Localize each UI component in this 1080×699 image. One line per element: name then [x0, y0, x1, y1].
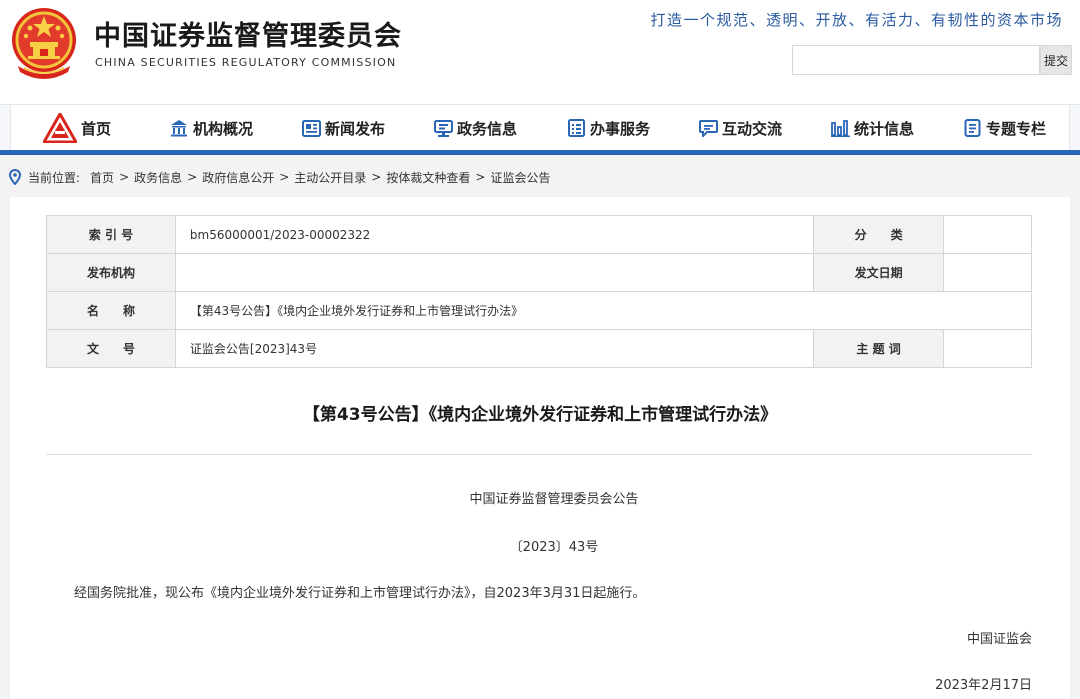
nav-item-home[interactable]: 首页 [43, 105, 111, 151]
breadcrumb-item[interactable]: 政府信息公开 [202, 169, 274, 186]
site-header: 中国证券监督管理委员会 CHINA SECURITIES REGULATORY … [0, 0, 1080, 104]
clipboard-icon [566, 118, 586, 138]
breadcrumb-prefix: 当前位置: [28, 170, 81, 185]
breadcrumb: 当前位置: 首页 > 政务信息 > 政府信息公开 > 主动公开目录 > 按体裁文… [8, 167, 550, 187]
national-emblem-icon [12, 8, 76, 79]
slogan: 打造一个规范、透明、开放、有活力、有韧性的资本市场 [650, 11, 1063, 29]
chat-icon [698, 118, 718, 138]
breadcrumb-separator: > [187, 170, 198, 184]
article-date: 2023年2月17日 [935, 678, 1032, 693]
publisher-value [174, 253, 815, 292]
nav-item-label: 机构概况 [193, 119, 254, 138]
location-pin-icon [8, 169, 22, 185]
article-body: 经国务院批准，现公布《境内企业境外发行证券和上市管理试行办法》，自2023年3月… [74, 586, 646, 601]
table-row: 名 称 【第43号公告】《境内企业境外发行证券和上市管理试行办法》 [46, 291, 1033, 330]
article-org-line: 中国证券监督管理委员会公告 [469, 492, 639, 507]
site-subtitle: CHINA SECURITIES REGULATORY COMMISSION [95, 56, 397, 69]
search-submit-button[interactable]: 提交 [1040, 45, 1072, 75]
nav-item-about[interactable]: 机构概况 [169, 105, 253, 151]
breadcrumb-separator: > [371, 170, 382, 184]
nav-item-label: 统计信息 [854, 119, 915, 138]
main-nav: 首页 机构概况 新闻发布 政务信息 办事服务 互动交流 统计信息 专题专栏 [10, 104, 1070, 153]
document-meta-table: 索 引 号 bm56000001/2023-00002322 分 类 发布机构 … [46, 215, 1033, 368]
nav-item-interaction[interactable]: 互动交流 [698, 105, 782, 151]
publisher-label: 发布机构 [46, 253, 176, 292]
nav-item-label: 办事服务 [590, 119, 651, 138]
breadcrumb-item[interactable]: 主动公开目录 [294, 169, 366, 186]
breadcrumb-separator: > [475, 170, 486, 184]
building-icon [169, 118, 189, 138]
name-label: 名 称 [46, 291, 176, 330]
article-number-line: 〔2023〕43号 [509, 540, 599, 555]
site-title: 中国证券监督管理委员会 [94, 21, 402, 52]
name-value: 【第43号公告】《境内企业境外发行证券和上市管理试行办法》 [174, 291, 1033, 330]
breadcrumb-item[interactable]: 首页 [90, 169, 114, 186]
category-value [943, 215, 1032, 254]
docno-label: 文 号 [46, 329, 176, 368]
search-input[interactable] [792, 45, 1040, 75]
index-label: 索 引 号 [46, 215, 176, 254]
nav-item-gov-info[interactable]: 政务信息 [433, 105, 517, 151]
table-row: 发布机构 发文日期 [46, 253, 1032, 292]
index-value: bm56000001/2023-00002322 [174, 215, 815, 254]
monitor-icon [433, 118, 453, 138]
nav-item-news[interactable]: 新闻发布 [301, 105, 385, 151]
title-divider [46, 454, 1032, 455]
breadcrumb-separator: > [119, 170, 130, 184]
breadcrumb-separator: > [279, 170, 290, 184]
breadcrumb-item[interactable]: 政务信息 [134, 169, 182, 186]
category-label: 分 类 [813, 215, 945, 254]
nav-item-label: 首页 [81, 119, 112, 138]
nav-item-topics[interactable]: 专题专栏 [962, 105, 1046, 151]
nav-item-label: 新闻发布 [325, 119, 386, 138]
date-value [943, 253, 1032, 292]
table-row: 文 号 证监会公告[2023]43号 主 题 词 [46, 329, 1032, 368]
nav-item-statistics[interactable]: 统计信息 [830, 105, 914, 151]
document-icon [962, 118, 982, 138]
breadcrumb-item-current[interactable]: 证监会公告 [490, 169, 550, 186]
nav-accent-line [0, 150, 1080, 155]
docno-value: 证监会公告[2023]43号 [174, 329, 815, 368]
newspaper-icon [301, 118, 321, 138]
keyword-value [943, 329, 1032, 368]
csrc-logo-icon [43, 113, 77, 143]
keyword-label: 主 题 词 [813, 329, 945, 368]
breadcrumb-item[interactable]: 按体裁文种查看 [386, 169, 470, 186]
article-title: 【第43号公告】《境内企业境外发行证券和上市管理试行办法》 [302, 405, 778, 425]
date-label: 发文日期 [813, 253, 945, 292]
nav-item-label: 政务信息 [457, 119, 518, 138]
bar-chart-icon [830, 118, 850, 138]
article-signature: 中国证监会 [966, 632, 1032, 647]
nav-item-services[interactable]: 办事服务 [566, 105, 650, 151]
nav-item-label: 互动交流 [722, 119, 783, 138]
nav-item-label: 专题专栏 [986, 119, 1047, 138]
table-row: 索 引 号 bm56000001/2023-00002322 分 类 [46, 215, 1032, 254]
